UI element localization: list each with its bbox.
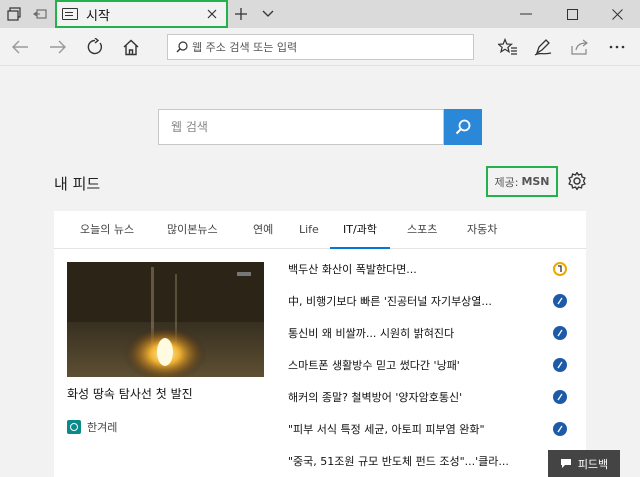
chat-bubble-icon <box>560 459 571 468</box>
share-icon[interactable] <box>566 33 594 61</box>
maximize-button[interactable] <box>549 0 595 28</box>
tab-manager-icon[interactable] <box>4 4 24 24</box>
tab-life[interactable]: Life <box>299 211 319 249</box>
tab-entertainment[interactable]: 연예 <box>253 211 273 249</box>
news-item[interactable]: "피부 서식 특정 세균, 아토피 피부염 완화" <box>288 418 578 440</box>
news-feed-panel: 오늘의 뉴스 많이본뉴스 연예 Life IT/과학 스포츠 자동차 화성 땅속… <box>54 211 586 477</box>
active-tab[interactable]: 시작 <box>55 0 228 28</box>
blue-source-icon <box>553 358 567 372</box>
news-title: 통신비 왜 비쌀까... 시원히 밝혀진다 <box>288 327 455 340</box>
category-tabs: 오늘의 뉴스 많이본뉴스 연예 Life IT/과학 스포츠 자동차 <box>54 211 586 249</box>
blue-source-icon <box>553 326 567 340</box>
minimize-button[interactable] <box>503 0 549 28</box>
blue-source-icon <box>553 422 567 436</box>
yellow-source-icon <box>553 262 567 276</box>
gear-icon[interactable] <box>566 170 588 192</box>
home-icon[interactable] <box>117 33 145 61</box>
address-input[interactable] <box>192 40 462 54</box>
tab-sports[interactable]: 스포츠 <box>407 211 437 249</box>
search-icon <box>176 41 188 53</box>
hero-caption[interactable]: 화성 땅속 탐사선 첫 발진 <box>67 385 193 402</box>
provider-name: MSN <box>521 175 550 188</box>
title-bar: 시작 <box>0 0 640 28</box>
news-item[interactable]: "중국, 51조원 규모 반도체 펀드 조성"...'클라... <box>288 450 578 472</box>
close-window-button[interactable] <box>594 0 640 28</box>
tab-preview-chevron-icon[interactable] <box>258 4 278 24</box>
news-title: "피부 서식 특정 세균, 아토피 피부염 완화" <box>288 423 485 436</box>
more-options-icon[interactable] <box>603 33 631 61</box>
provider-prefix: 제공: <box>494 175 519 189</box>
news-title: 해커의 종말? 철벽방어 '양자암호통신' <box>288 391 463 404</box>
blue-source-icon <box>553 390 567 404</box>
refresh-icon[interactable] <box>81 33 109 61</box>
tab-it-science[interactable]: IT/과학 <box>330 211 390 249</box>
news-title: "중국, 51조원 규모 반도체 펀드 조성"...'클라... <box>288 455 509 468</box>
provider-label[interactable]: 제공: MSN <box>486 166 558 197</box>
hero-source: 한겨레 <box>87 421 118 434</box>
start-page-icon <box>62 8 78 20</box>
pen-notes-icon[interactable] <box>529 33 557 61</box>
search-button[interactable] <box>444 109 482 145</box>
forward-arrow-icon[interactable] <box>44 33 72 61</box>
navigation-bar <box>0 28 640 66</box>
blue-source-icon <box>553 294 567 308</box>
feed-title: 내 피드 <box>54 175 101 193</box>
start-page: 내 피드 제공: MSN 오늘의 뉴스 많이본뉴스 연예 Life IT/과학 … <box>0 67 640 477</box>
tab-cars[interactable]: 자동차 <box>467 211 497 249</box>
news-title: 스마트폰 생활방수 믿고 썼다간 '낭패' <box>288 359 460 372</box>
tab-title: 시작 <box>86 8 110 24</box>
hero-image-rocket-launch[interactable] <box>67 262 264 377</box>
feedback-label: 피드백 <box>577 457 609 471</box>
news-item[interactable]: 中, 비행기보다 빠른 '진공터널 자기부상열... <box>288 290 578 312</box>
news-title: 백두산 화산이 폭발한다면... <box>288 263 417 276</box>
web-search-input[interactable] <box>159 110 429 144</box>
tab-most-viewed[interactable]: 많이본뉴스 <box>167 211 218 249</box>
back-arrow-icon[interactable] <box>6 33 34 61</box>
set-aside-tabs-icon[interactable] <box>30 4 50 24</box>
news-item[interactable]: 통신비 왜 비쌀까... 시원히 밝혀진다 <box>288 322 578 344</box>
news-item[interactable]: 스마트폰 생활방수 믿고 썼다간 '낭패' <box>288 354 578 376</box>
address-bar[interactable] <box>167 34 474 60</box>
close-tab-icon[interactable] <box>202 4 222 24</box>
news-item[interactable]: 해커의 종말? 철벽방어 '양자암호통신' <box>288 386 578 408</box>
hankyoreh-logo-icon <box>67 420 81 434</box>
tab-todays-news[interactable]: 오늘의 뉴스 <box>80 211 134 249</box>
feedback-button[interactable]: 피드백 <box>548 450 620 477</box>
search-icon <box>455 119 471 135</box>
new-tab-icon[interactable] <box>231 4 251 24</box>
web-search-box[interactable] <box>158 109 444 145</box>
news-title: 中, 비행기보다 빠른 '진공터널 자기부상열... <box>288 295 492 308</box>
favorites-star-icon[interactable] <box>494 33 522 61</box>
news-item[interactable]: 백두산 화산이 폭발한다면... <box>288 258 578 280</box>
